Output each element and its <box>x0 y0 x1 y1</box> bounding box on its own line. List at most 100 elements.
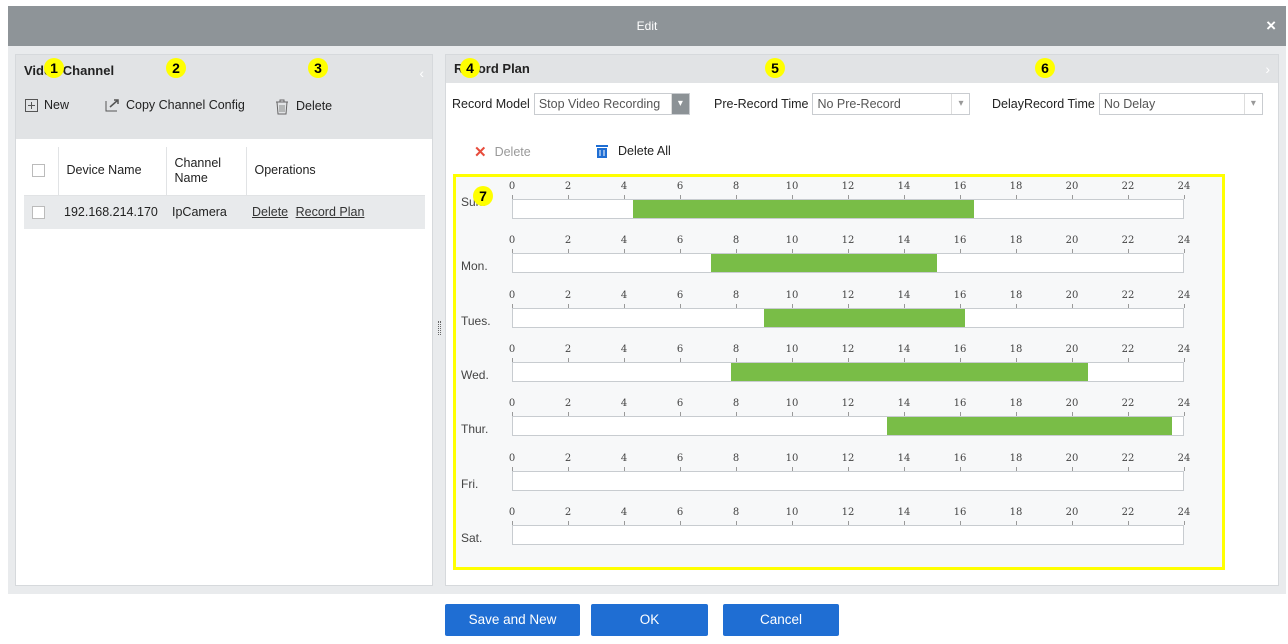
hour-tick-label: 0 <box>508 506 516 518</box>
hour-tick-label: 4 <box>620 452 628 464</box>
recording-segment[interactable] <box>730 362 1089 381</box>
copy-channel-config-label: Copy Channel Config <box>126 98 245 112</box>
hour-tick-label: 0 <box>508 398 516 410</box>
hour-tick-label: 4 <box>620 289 628 301</box>
delete-segment-button[interactable]: ✕ Delete <box>474 143 531 161</box>
hour-tick-label: 24 <box>1177 289 1191 301</box>
annotation-badge-4: 4 <box>460 58 480 78</box>
hour-tick-label: 6 <box>676 343 684 355</box>
hour-tick-label: 22 <box>1121 289 1135 301</box>
hour-tick-label: 4 <box>620 343 628 355</box>
row-record-plan-link[interactable]: Record Plan <box>296 205 365 219</box>
annotation-badge-3: 3 <box>308 58 328 78</box>
collapse-right-icon[interactable]: › <box>1265 61 1270 77</box>
annotation-badge-5: 5 <box>765 58 785 78</box>
select-all-checkbox[interactable] <box>32 164 45 178</box>
hour-tick-label: 14 <box>897 398 911 410</box>
hour-tick-label: 14 <box>897 235 911 247</box>
day-label: Thur. <box>461 422 489 437</box>
hour-tick-label: 2 <box>564 235 572 247</box>
hour-tick-label: 0 <box>508 452 516 464</box>
hour-tick-label: 18 <box>1009 235 1023 247</box>
hour-tick-label: 8 <box>732 398 740 410</box>
row-checkbox[interactable] <box>32 206 45 220</box>
hour-tick-label: 4 <box>620 506 628 518</box>
close-icon[interactable]: × <box>1266 6 1276 46</box>
hour-tick-label: 4 <box>620 398 628 410</box>
day-timeline-track[interactable] <box>512 470 1184 491</box>
annotation-badge-7: 7 <box>473 186 493 206</box>
col-channel-name: Channel Name <box>166 147 247 196</box>
day-timeline-track[interactable] <box>512 307 1184 328</box>
record-model-select[interactable]: Stop Video Recording ▾ <box>533 93 690 115</box>
hour-tick-mark <box>1184 195 1185 199</box>
hour-tick-label: 12 <box>841 181 855 192</box>
row-delete-link[interactable]: Delete <box>252 205 288 219</box>
day-timeline-track[interactable] <box>512 361 1184 382</box>
delete-channel-button[interactable]: Delete <box>272 97 332 115</box>
hour-tick-label: 6 <box>676 398 684 410</box>
splitter-handle[interactable] <box>438 321 441 335</box>
record-plan-header: Record Plan › <box>446 55 1278 83</box>
hour-tick-label: 10 <box>785 398 799 410</box>
hour-tick-label: 8 <box>732 235 740 247</box>
hour-tick-mark <box>1184 357 1185 362</box>
delay-record-label: DelayRecord Time <box>992 97 1095 111</box>
hour-tick-label: 4 <box>620 181 628 192</box>
hour-tick-label: 20 <box>1065 181 1079 192</box>
recording-segment[interactable] <box>633 200 974 218</box>
device-name-cell: 192.168.214.170 <box>58 195 166 229</box>
recording-segment[interactable] <box>711 254 938 273</box>
day-timeline-track[interactable] <box>512 253 1184 274</box>
hour-tick-label: 20 <box>1065 506 1079 518</box>
schedule-day-row: 0 2 4 6 8 10 12 14 16 18 20 22 24 Sat. <box>456 507 1222 563</box>
pre-record-select[interactable]: No Pre-Record ▾ <box>812 93 971 115</box>
record-model-value: Stop Video Recording <box>538 97 661 111</box>
chevron-down-icon: ▾ <box>1243 94 1262 114</box>
pre-record-group: Pre-Record Time No Pre-Record ▾ <box>714 92 971 116</box>
delay-record-select[interactable]: No Delay ▾ <box>1098 93 1263 115</box>
hour-tick-label: 14 <box>897 343 911 355</box>
hour-tick-label: 16 <box>953 452 967 464</box>
hour-tick-label: 8 <box>732 343 740 355</box>
delay-record-value: No Delay <box>1103 97 1156 111</box>
day-label: Wed. <box>461 367 489 382</box>
hour-tick-label: 18 <box>1009 452 1023 464</box>
hour-tick-label: 20 <box>1065 452 1079 464</box>
day-timeline-track[interactable] <box>512 416 1184 437</box>
cancel-button[interactable]: Cancel <box>723 604 839 636</box>
hour-tick-label: 6 <box>676 235 684 247</box>
hour-tick-label: 22 <box>1121 181 1135 192</box>
table-row[interactable]: 192.168.214.170 IpCamera Delete Record P… <box>24 195 425 229</box>
weekly-schedule-grid[interactable]: 0 2 4 6 8 10 12 14 16 18 20 22 24 Sun. 0 2 4 6 8 10 12 14 16 18… <box>453 174 1225 570</box>
recording-segment[interactable] <box>887 417 1172 436</box>
day-timeline-track[interactable] <box>512 524 1184 545</box>
channel-table: Device Name Channel Name Operations 192.… <box>24 147 425 229</box>
trash-icon <box>596 145 608 158</box>
video-channel-panel: Video Channel ‹ New Copy Channel Config … <box>15 54 433 586</box>
hour-tick-label: 2 <box>564 181 572 192</box>
hour-tick-label: 2 <box>564 289 572 301</box>
annotation-badge-2: 2 <box>166 58 186 78</box>
copy-channel-config-button[interactable]: Copy Channel Config <box>104 97 245 113</box>
recording-segment[interactable] <box>764 308 966 327</box>
save-and-new-button[interactable]: Save and New <box>445 604 580 636</box>
day-timeline-track[interactable] <box>512 199 1184 219</box>
day-label: Fri. <box>461 476 479 491</box>
hour-tick-label: 2 <box>564 452 572 464</box>
hour-tick-label: 14 <box>897 181 911 192</box>
new-button[interactable]: New <box>24 97 69 113</box>
hour-tick-label: 22 <box>1121 235 1135 247</box>
hour-tick-label: 24 <box>1177 235 1191 247</box>
dialog-body: Video Channel ‹ New Copy Channel Config … <box>8 46 1286 594</box>
schedule-day-row: 0 2 4 6 8 10 12 14 16 18 20 22 24 Sun. <box>456 181 1222 237</box>
hour-tick-label: 22 <box>1121 506 1135 518</box>
hour-tick-label: 14 <box>897 506 911 518</box>
delete-all-button[interactable]: Delete All <box>594 143 671 159</box>
hour-tick-label: 14 <box>897 452 911 464</box>
delete-channel-label: Delete <box>296 99 333 113</box>
ok-button[interactable]: OK <box>591 604 708 636</box>
hour-tick-label: 0 <box>508 289 516 301</box>
collapse-left-icon[interactable]: ‹ <box>419 65 424 81</box>
annotation-badge-6: 6 <box>1035 58 1055 78</box>
